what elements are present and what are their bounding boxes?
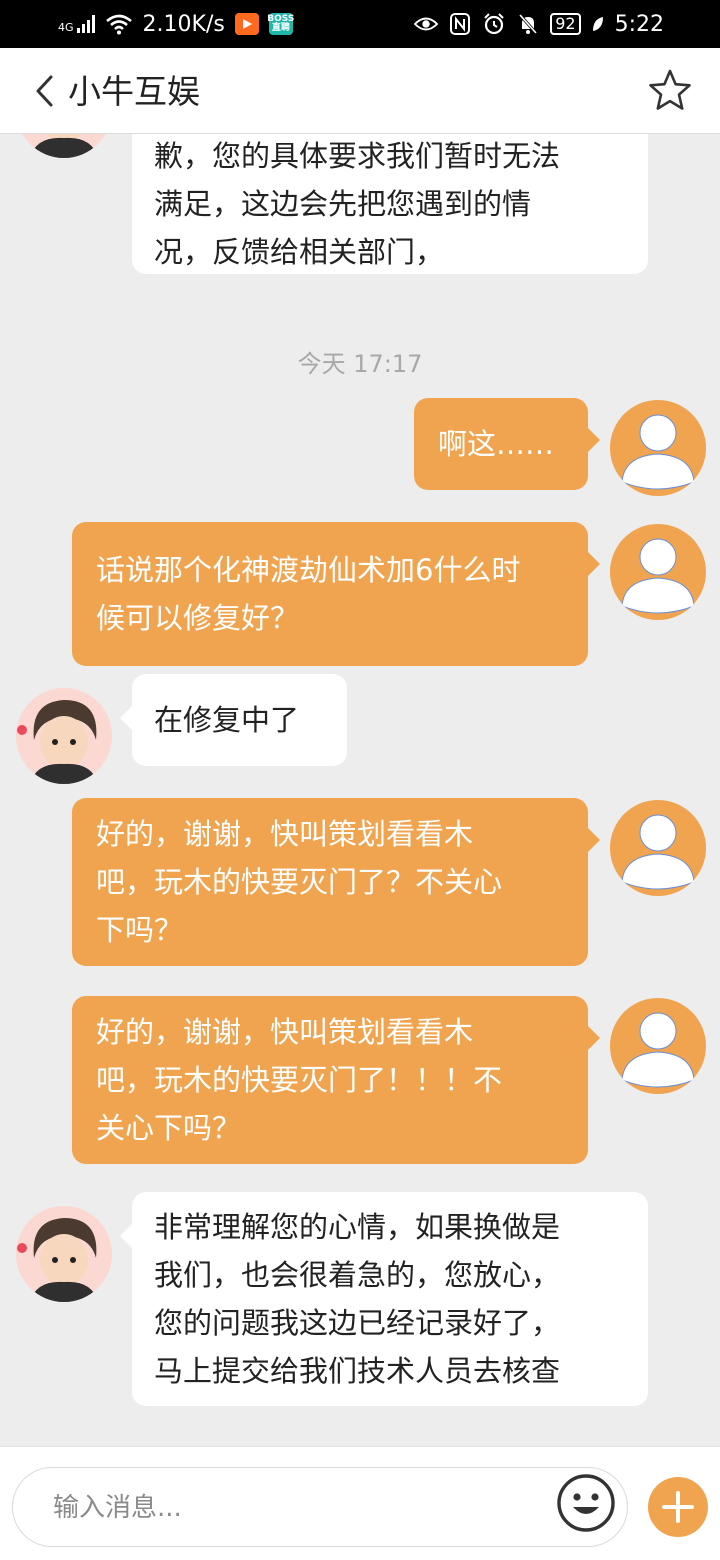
message-line: 满足，这边会先把您遇到的情 [154, 187, 532, 221]
mute-bell-icon [516, 12, 540, 36]
user-avatar [610, 524, 706, 620]
input-bar [0, 1446, 720, 1560]
message-line: 在修复中了 [154, 703, 300, 737]
message-bubble-outgoing: 好的，谢谢，快叫策划看看木 吧，玩木的快要灭门了？不关心 下吗？ [72, 798, 600, 966]
page-title: 小牛互娱 [68, 72, 200, 111]
chat-timestamp: 今天 17:17 [297, 350, 423, 378]
message-line: 况，反馈给相关部门， [154, 235, 445, 269]
message-line: 非常理解您的心情，如果换做是 [154, 1210, 561, 1244]
message-bubble-incoming: 在修复中了 [120, 674, 347, 766]
emoji-button[interactable] [556, 1473, 616, 1533]
wifi-icon [105, 14, 132, 35]
message-input-wrapper [12, 1467, 628, 1547]
default-person-icon [621, 814, 695, 890]
plus-icon [662, 1491, 694, 1523]
user-avatar [610, 400, 706, 496]
message-line: 好的，谢谢，快叫策划看看木 [96, 817, 474, 851]
signal-icon [76, 15, 95, 33]
eye-icon [414, 12, 439, 36]
default-person-icon [621, 414, 695, 490]
chevron-left-icon [36, 75, 53, 107]
leaf-icon [591, 12, 605, 36]
message-line: 啊这…… [438, 427, 555, 461]
video-app-icon [234, 13, 259, 35]
message-line: 下吗？ [96, 913, 184, 947]
message-line: 候可以修复好？ [96, 601, 300, 635]
support-avatar [16, 134, 112, 158]
smiley-icon [557, 1474, 615, 1532]
message-bubble-outgoing: 啊这…… [414, 398, 600, 490]
nfc-icon [448, 12, 472, 36]
anime-avatar-icon [16, 1206, 112, 1302]
message-line: 吧，玩木的快要灭门了！！！不 [96, 1063, 503, 1097]
message-bubble-outgoing: 话说那个化神渡劫仙术加6什么时 候可以修复好？ [72, 522, 600, 666]
message-line: 吧，玩木的快要灭门了？不关心 [96, 865, 503, 899]
back-button[interactable] [24, 68, 64, 114]
chat-header: 小牛互娱 [0, 48, 720, 134]
message-bubble-outgoing: 好的，谢谢，快叫策划看看木 吧，玩木的快要灭门了！！！不 关心下吗？ [72, 996, 600, 1164]
message-line: 歉，您的具体要求我们暂时无法 [154, 139, 561, 173]
default-person-icon [621, 1012, 695, 1088]
anime-avatar-icon [16, 688, 112, 784]
message-line: 马上提交给我们技术人员去核查 [154, 1354, 561, 1388]
network-speed: 2.10K/s [142, 11, 225, 37]
user-avatar [610, 800, 706, 896]
message-line: 您的问题我这边已经记录好了， [154, 1306, 561, 1340]
message-list[interactable]: 歉，您的具体要求我们暂时无法 满足，这边会先把您遇到的情 况，反馈给相关部门， … [0, 134, 720, 1446]
message-line: 好的，谢谢，快叫策划看看木 [96, 1015, 474, 1049]
status-right: 92 5:22 [414, 10, 664, 38]
clock: 5:22 [614, 11, 664, 37]
message-input[interactable] [53, 1486, 533, 1530]
support-avatar [16, 1206, 112, 1302]
more-button[interactable] [648, 1477, 708, 1537]
user-avatar [610, 998, 706, 1094]
support-avatar [16, 688, 112, 784]
anime-avatar-icon [16, 134, 112, 158]
message-line: 关心下吗？ [96, 1111, 242, 1145]
default-person-icon [621, 538, 695, 614]
network-type: 4G [58, 21, 74, 34]
status-bar: 4G 2.10K/s BOSS 直聘 92 5:22 [0, 0, 720, 48]
message-bubble-incoming: 非常理解您的心情，如果换做是 我们，也会很着急的，您放心， 您的问题我这边已经记… [120, 1192, 648, 1406]
favorite-button[interactable] [646, 66, 694, 114]
boss-app-icon: BOSS 直聘 [267, 13, 295, 35]
message-line: 话说那个化神渡劫仙术加6什么时 [96, 553, 521, 587]
alarm-icon [482, 12, 506, 36]
status-left: 4G 2.10K/s BOSS 直聘 [58, 10, 295, 38]
message-bubble-incoming: 歉，您的具体要求我们暂时无法 满足，这边会先把您遇到的情 况，反馈给相关部门， [132, 134, 648, 274]
star-icon [649, 69, 691, 110]
battery-icon: 92 [550, 13, 581, 35]
message-line: 我们，也会很着急的，您放心， [154, 1258, 561, 1292]
